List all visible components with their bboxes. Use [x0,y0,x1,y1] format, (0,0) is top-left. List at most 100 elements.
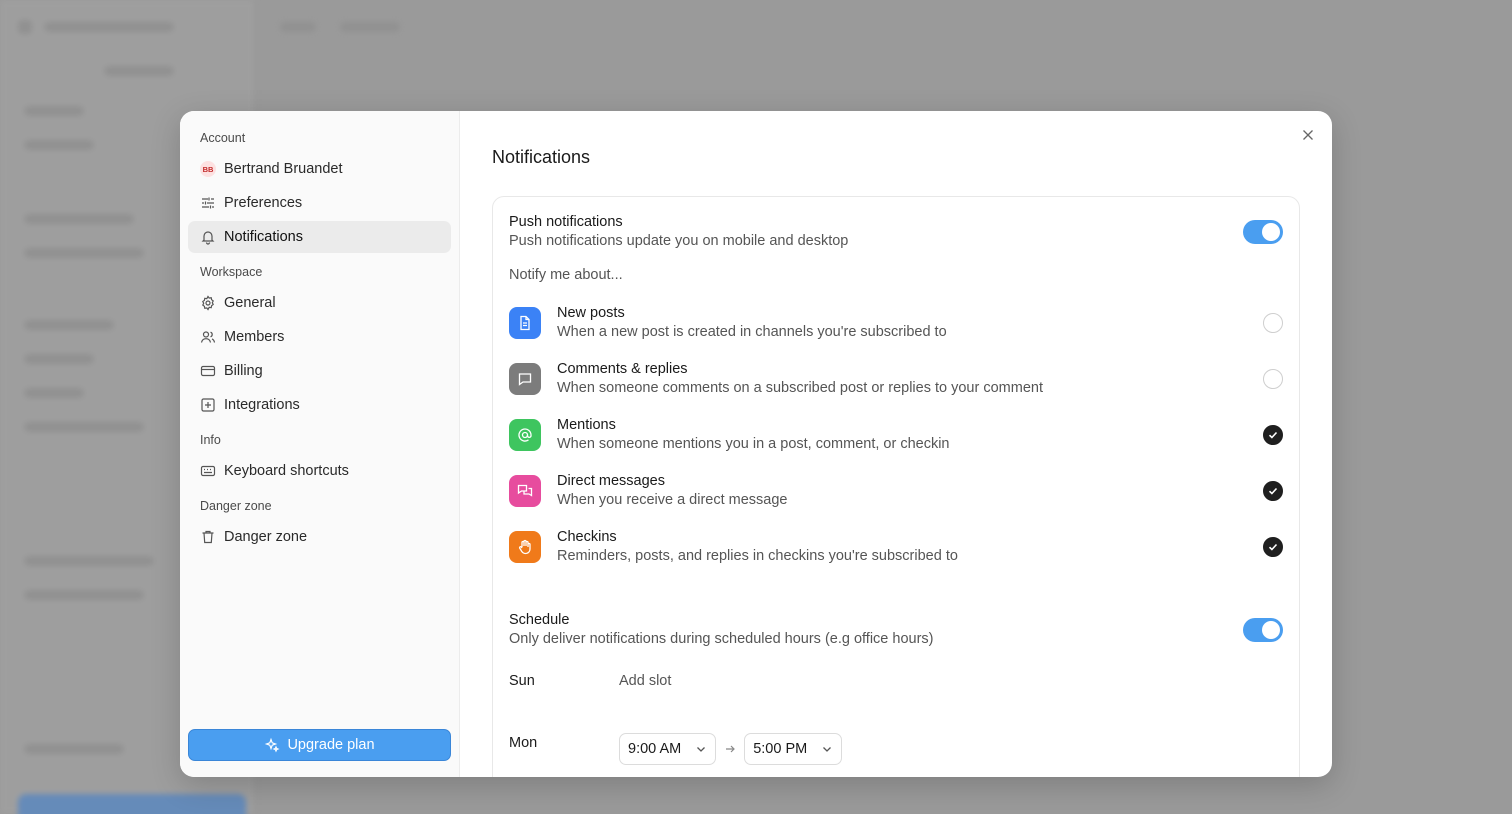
section-label-info: Info [200,433,221,447]
background-bar [340,22,400,32]
add-slot-button[interactable]: Add slot [619,673,671,689]
notification-option-row: Mentions When someone mentions you in a p… [509,407,1283,463]
credit-card-icon [200,363,216,379]
settings-modal: Account BB Bertrand Bruandet Preferences… [180,111,1332,777]
section-label-account: Account [200,131,246,145]
sidebar-item-label: Notifications [224,229,303,245]
sidebar-item-preferences[interactable]: Preferences [188,187,451,219]
arrow-right-icon [716,733,744,765]
notification-option-desc: When someone comments on a subscribed po… [557,380,1043,396]
end-time-select[interactable]: 5:00 PM [744,733,843,765]
sidebar-item-danger-zone[interactable]: Danger zone [188,521,451,553]
sparkles-icon [265,737,280,753]
section-label-workspace: Workspace [200,265,263,279]
notification-option-title: Mentions [557,417,616,433]
background-bar [104,66,174,76]
settings-sidebar: Account BB Bertrand Bruandet Preferences… [180,111,460,777]
sidebar-item-notifications[interactable]: Notifications [188,221,451,253]
close-icon[interactable] [1300,127,1316,143]
notification-option-row: Checkins Reminders, posts, and replies in… [509,519,1283,575]
notification-option-checkbox[interactable] [1263,537,1283,557]
push-notifications-row: Push notifications Push notifications up… [509,213,1283,251]
notification-option-checkbox[interactable] [1263,481,1283,501]
background-bar [24,422,144,432]
background-bar [24,744,124,754]
background-bar [24,590,144,600]
notification-option-row: New posts When a new post is created in c… [509,295,1283,351]
at-icon [509,419,541,451]
notification-option-title: Direct messages [557,473,665,489]
end-time-value: 5:00 PM [753,741,808,757]
bell-icon [200,229,216,245]
day-row-mon: Mon 9:00 AM 5:00 PM [509,733,1283,765]
schedule-row: Schedule Only deliver notifications duri… [509,611,1283,649]
start-time-select[interactable]: 9:00 AM [619,733,717,765]
sidebar-item-label: Keyboard shortcuts [224,463,349,479]
sidebar-item-general[interactable]: General [188,287,451,319]
background-bar [24,556,154,566]
comment-icon [509,363,541,395]
sidebar-item-integrations[interactable]: Integrations [188,389,451,421]
background-bar [24,140,94,150]
notification-option-checkbox[interactable] [1263,425,1283,445]
chevron-down-icon [823,747,832,752]
sidebar-item-label: Bertrand Bruandet [224,161,343,177]
schedule-toggle[interactable] [1243,618,1283,642]
background-bar [24,320,114,330]
plus-square-icon [200,397,216,413]
gear-icon [200,295,216,311]
background-bar [280,22,316,32]
schedule-subtitle: Only deliver notifications during schedu… [509,631,934,647]
sidebar-item-label: Members [224,329,285,345]
push-notifications-subtitle: Push notifications update you on mobile … [509,233,849,249]
notifications-card: Push notifications Push notifications up… [492,196,1300,777]
notification-option-desc: Reminders, posts, and replies in checkin… [557,548,958,564]
sidebar-item-billing[interactable]: Billing [188,355,451,387]
background-bar [24,106,84,116]
settings-main: Notifications Push notifications Push no… [460,111,1332,777]
notification-option-checkbox[interactable] [1263,369,1283,389]
messages-icon [509,475,541,507]
notification-option-checkbox[interactable] [1263,313,1283,333]
notification-option-row: Direct messages When you receive a direct… [509,463,1283,519]
background-bar [44,22,174,32]
trash-icon [200,529,216,545]
background-bar [24,388,84,398]
start-time-value: 9:00 AM [628,741,682,757]
sidebar-item-label: General [224,295,276,311]
sidebar-item-profile[interactable]: BB Bertrand Bruandet [188,153,451,185]
users-icon [200,329,216,345]
notification-option-title: New posts [557,305,625,321]
schedule-title: Schedule [509,612,570,628]
notification-option-title: Checkins [557,529,617,545]
notification-option-desc: When a new post is created in channels y… [557,324,947,340]
background-bar [24,214,134,224]
background-logo [18,20,32,34]
upgrade-plan-button[interactable]: Upgrade plan [188,729,451,761]
notify-label: Notify me about... [509,267,623,283]
notification-option-desc: When someone mentions you in a post, com… [557,436,950,452]
background-bar [24,248,144,258]
avatar: BB [200,161,216,177]
section-label-danger: Danger zone [200,499,272,513]
notification-option-desc: When you receive a direct message [557,492,788,508]
sidebar-item-label: Danger zone [224,529,308,545]
page-title: Notifications [492,147,591,167]
push-notifications-title: Push notifications [509,214,623,230]
day-name: Mon [509,735,538,751]
sliders-icon [200,195,216,211]
notification-option-title: Comments & replies [557,361,688,377]
notification-option-row: Comments & replies When someone comments … [509,351,1283,407]
sidebar-item-label: Integrations [224,397,300,413]
push-notifications-toggle[interactable] [1243,220,1283,244]
sidebar-item-keyboard-shortcuts[interactable]: Keyboard shortcuts [188,455,451,487]
background-button [18,794,246,814]
hand-icon [509,531,541,563]
upgrade-plan-label: Upgrade plan [287,737,375,753]
background-bar [24,354,94,364]
day-name: Sun [509,673,535,689]
day-row-sun: Sun Add slot [509,673,1283,689]
keyboard-icon [200,463,216,479]
sidebar-item-members[interactable]: Members [188,321,451,353]
sidebar-item-label: Preferences [224,195,303,211]
